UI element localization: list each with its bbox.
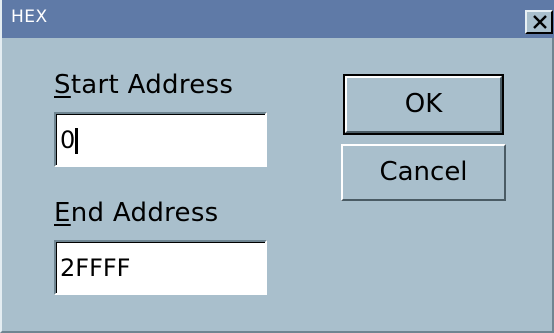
end-address-value: 2FFFF — [60, 254, 131, 282]
end-address-input[interactable]: 2FFFF — [54, 240, 267, 295]
text-caret — [75, 128, 78, 154]
ok-button[interactable]: OK — [343, 74, 504, 135]
close-icon — [533, 15, 547, 29]
start-address-mnemonic: S — [54, 70, 71, 100]
end-address-label: End Address — [54, 198, 219, 228]
close-button[interactable] — [525, 10, 553, 34]
start-address-label-text: tart Address — [70, 70, 234, 100]
start-address-label: Start Address — [54, 70, 233, 100]
window-title: HEX — [11, 7, 48, 27]
end-address-mnemonic: E — [54, 198, 71, 228]
cancel-button[interactable]: Cancel — [341, 144, 506, 201]
start-address-value: 0 — [60, 126, 76, 154]
end-address-label-text: nd Address — [70, 198, 219, 228]
start-address-input[interactable]: 0 — [54, 112, 267, 167]
hex-dialog: HEX Start Address 0 End Address 2FFFF OK… — [0, 0, 554, 333]
title-bar[interactable]: HEX — [2, 0, 554, 38]
